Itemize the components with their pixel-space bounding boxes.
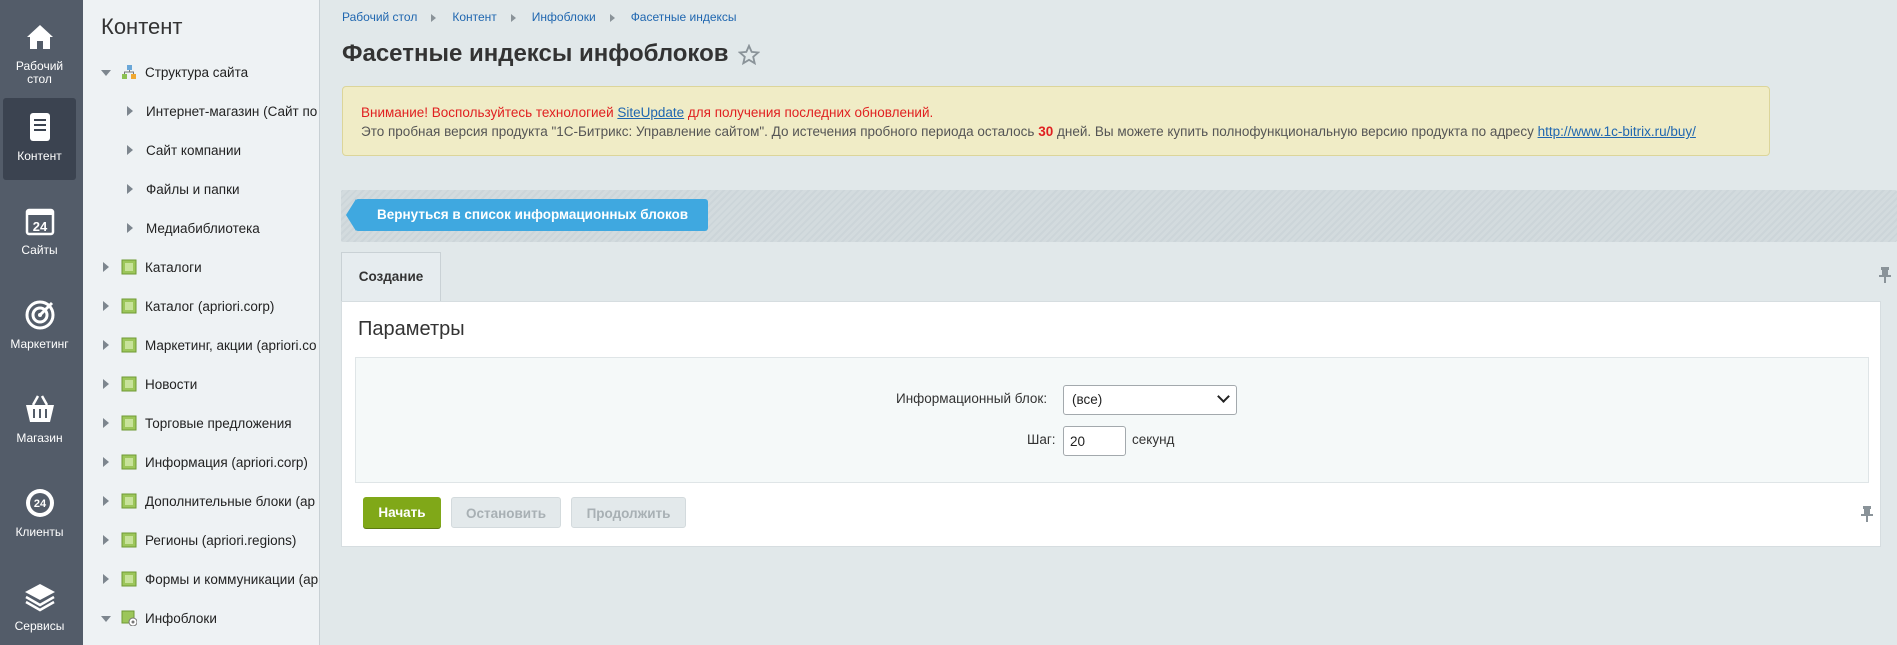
- stop-button[interactable]: Остановить: [451, 497, 561, 528]
- chevron-right-icon[interactable]: [127, 145, 133, 155]
- iblock-icon: [121, 532, 137, 548]
- menu-item-sites[interactable]: 24 Сайты: [3, 192, 76, 274]
- tree-item-site-structure[interactable]: Структура сайта: [83, 62, 319, 84]
- chevron-right-icon[interactable]: [103, 574, 109, 584]
- start-button[interactable]: Начать: [363, 497, 441, 528]
- tree-item[interactable]: Каталоги: [83, 257, 319, 279]
- chevron-right-icon[interactable]: [103, 262, 109, 272]
- tree-item[interactable]: Дополнительные блоки (ар: [83, 491, 319, 513]
- breadcrumb: Рабочий стол Контент Инфоблоки Фасетные инд…: [342, 10, 737, 24]
- trial-days-count: 30: [1038, 124, 1054, 139]
- breadcrumb-item[interactable]: Фасетные индексы: [631, 10, 737, 24]
- site-structure-icon: [122, 65, 136, 79]
- menu-item-services[interactable]: Сервисы: [3, 568, 76, 645]
- star-icon[interactable]: [738, 44, 760, 66]
- tree-item[interactable]: Маркетинг, акции (apriori.co: [83, 335, 319, 357]
- breadcrumb-item[interactable]: Рабочий стол: [342, 10, 417, 24]
- chevron-right-icon[interactable]: [127, 223, 133, 233]
- chevron-down-icon[interactable]: [101, 616, 111, 622]
- breadcrumb-item[interactable]: Контент: [452, 10, 496, 24]
- document-icon: [29, 113, 50, 141]
- tree-item[interactable]: Медиабиблиотека: [83, 218, 319, 240]
- menu-item-clients[interactable]: 24 Клиенты: [3, 474, 76, 556]
- layers-icon: [24, 584, 55, 612]
- tree-title: Контент: [101, 14, 183, 39]
- iblock-field-label: Информационный блок:: [896, 391, 1048, 406]
- breadcrumb-item[interactable]: Инфоблоки: [532, 10, 596, 24]
- iblock-icon: [121, 571, 137, 587]
- iblock-icon: [121, 337, 137, 353]
- alert-line-trial: Это пробная версия продукта "1С-Битрикс:…: [361, 124, 1696, 139]
- chevron-right-icon[interactable]: [103, 535, 109, 545]
- chevron-down-icon[interactable]: [101, 70, 111, 76]
- chevron-right-icon[interactable]: [103, 496, 109, 506]
- iblock-icon: [121, 259, 137, 275]
- tree-item-infoblocks[interactable]: Инфоблоки: [83, 608, 319, 630]
- tree-item[interactable]: Сайт компании: [83, 140, 319, 162]
- tree-item[interactable]: Формы и коммуникации (ар: [83, 569, 319, 591]
- iblock-icon: [121, 493, 137, 509]
- crm-24-icon: 24: [25, 489, 54, 517]
- menu-item-desktop[interactable]: Рабочий стол: [3, 8, 76, 90]
- breadcrumb-separator-icon: [510, 13, 516, 22]
- iblock-icon: [121, 376, 137, 392]
- home-icon: [26, 25, 53, 49]
- svg-text:24: 24: [32, 219, 47, 234]
- back-to-iblock-list-button[interactable]: Вернуться в список информационных блоков: [345, 199, 709, 231]
- tab-bar: Создание: [341, 252, 1897, 302]
- menu-item-marketing[interactable]: Маркетинг: [3, 286, 76, 368]
- chevron-right-icon[interactable]: [103, 340, 109, 350]
- calendar-24-icon: 24: [25, 208, 54, 236]
- chevron-right-icon[interactable]: [103, 379, 109, 389]
- svg-text:24: 24: [33, 498, 46, 510]
- buy-link[interactable]: http://www.1c-bitrix.ru/buy/: [1538, 124, 1696, 139]
- siteupdate-link[interactable]: SiteUpdate: [617, 105, 684, 120]
- breadcrumb-separator-icon: [431, 13, 437, 22]
- params-block: Информационный блок: (все) Шаг: секунд: [355, 357, 1869, 483]
- tab-create[interactable]: Создание: [341, 252, 441, 302]
- continue-button[interactable]: Продолжить: [571, 497, 686, 528]
- main-area: Рабочий стол Контент Инфоблоки Фасетные инд…: [320, 0, 1897, 645]
- tree-item[interactable]: Новости: [83, 374, 319, 396]
- tree-item[interactable]: Торговые предложения: [83, 413, 319, 435]
- form-card: Параметры Информационный блок: (все) Шаг…: [341, 301, 1881, 547]
- chevron-right-icon[interactable]: [127, 106, 133, 116]
- chevron-right-icon[interactable]: [103, 418, 109, 428]
- breadcrumb-separator-icon: [609, 13, 615, 22]
- content-tree-panel: Контент Структура сайта Интернет-магазин…: [83, 0, 320, 645]
- pin-icon[interactable]: [1878, 266, 1892, 284]
- tree-item[interactable]: Интернет-магазин (Сайт по: [83, 101, 319, 123]
- basket-icon: [25, 395, 54, 422]
- iblock-settings-icon: [121, 610, 137, 626]
- page-title: Фасетные индексы инфоблоков: [342, 40, 729, 67]
- section-title: Параметры: [358, 318, 465, 340]
- alert-line-update: Внимание! Воспользуйтесь технологией Sit…: [361, 105, 934, 120]
- step-unit-label: секунд: [1132, 432, 1175, 447]
- step-field-label: Шаг:: [1027, 432, 1056, 447]
- iblock-icon: [121, 298, 137, 314]
- tree-item[interactable]: Регионы (apriori.regions): [83, 530, 319, 552]
- tree-item[interactable]: Информация (apriori.corp): [83, 452, 319, 474]
- trial-warning-alert: Внимание! Воспользуйтесь технологией Sit…: [342, 86, 1770, 156]
- chevron-down-icon: [1217, 390, 1230, 403]
- context-toolbar: Вернуться в список информационных блоков: [341, 190, 1897, 242]
- chevron-right-icon[interactable]: [127, 184, 133, 194]
- iblock-icon: [121, 415, 137, 431]
- tree-item[interactable]: Файлы и папки: [83, 179, 319, 201]
- chevron-right-icon[interactable]: [103, 457, 109, 467]
- chevron-right-icon[interactable]: [103, 301, 109, 311]
- step-input[interactable]: [1063, 426, 1126, 456]
- target-icon: [25, 300, 54, 330]
- iblock-select[interactable]: (все): [1063, 385, 1237, 415]
- menu-item-content[interactable]: Контент: [3, 98, 76, 180]
- main-menu-bar: Рабочий стол Контент 24 Сайты Маркетинг …: [0, 0, 83, 645]
- pin-icon[interactable]: [1860, 505, 1874, 523]
- tree-item[interactable]: Каталог (apriori.corp): [83, 296, 319, 318]
- iblock-icon: [121, 454, 137, 470]
- menu-item-shop[interactable]: Магазин: [3, 380, 76, 462]
